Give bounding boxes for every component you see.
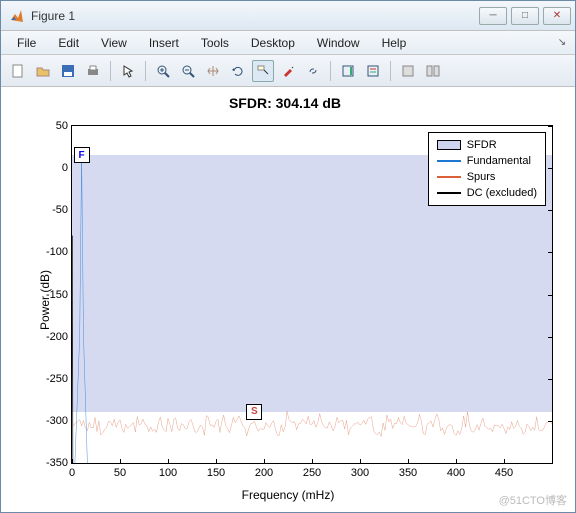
- new-file-icon[interactable]: [7, 60, 29, 82]
- close-button[interactable]: ✕: [543, 7, 571, 25]
- y-tick: 50: [56, 120, 72, 132]
- menu-file[interactable]: File: [7, 34, 46, 52]
- x-tick: 200: [255, 463, 273, 479]
- chart-title: SFDR: 304.14 dB: [7, 95, 563, 111]
- legend-entry-sfdr: SFDR: [437, 137, 537, 153]
- open-file-icon[interactable]: [32, 60, 54, 82]
- x-tick: 400: [447, 463, 465, 479]
- y-tick: -150: [46, 289, 72, 301]
- menu-view[interactable]: View: [91, 34, 137, 52]
- sfdr-swatch: [437, 140, 461, 150]
- legend-entry-dc: DC (excluded): [437, 185, 537, 201]
- save-icon[interactable]: [57, 60, 79, 82]
- separator: [145, 61, 146, 81]
- x-tick: 0: [69, 463, 75, 479]
- link-icon[interactable]: [302, 60, 324, 82]
- window-buttons: ─ □ ✕: [479, 7, 571, 25]
- insert-colorbar-icon[interactable]: [337, 60, 359, 82]
- fundamental-marker[interactable]: F: [74, 147, 90, 163]
- y-tick: -200: [46, 331, 72, 343]
- plot-area: SFDR: 304.14 dB Power (dB) Frequency (mH…: [1, 87, 575, 512]
- menu-tools[interactable]: Tools: [191, 34, 239, 52]
- data-cursor-icon[interactable]: [252, 60, 274, 82]
- pan-icon[interactable]: [202, 60, 224, 82]
- brush-icon[interactable]: [277, 60, 299, 82]
- titlebar[interactable]: Figure 1 ─ □ ✕: [1, 1, 575, 31]
- insert-legend-icon[interactable]: [362, 60, 384, 82]
- figure-window: Figure 1 ─ □ ✕ File Edit View Insert Too…: [0, 0, 576, 513]
- matlab-icon: [9, 8, 25, 24]
- pointer-icon[interactable]: [117, 60, 139, 82]
- x-tick: 50: [114, 463, 126, 479]
- separator: [110, 61, 111, 81]
- legend[interactable]: SFDR Fundamental Spurs DC (excluded): [428, 132, 546, 206]
- menu-desktop[interactable]: Desktop: [241, 34, 305, 52]
- print-icon[interactable]: [82, 60, 104, 82]
- separator: [390, 61, 391, 81]
- axes[interactable]: F S SFDR Fundamental Spurs DC (excluded)…: [71, 125, 553, 464]
- zoom-out-icon[interactable]: [177, 60, 199, 82]
- fundamental-swatch: [437, 160, 461, 162]
- y-tick: -50: [52, 204, 72, 216]
- x-tick: 100: [159, 463, 177, 479]
- rotate-icon[interactable]: [227, 60, 249, 82]
- window-title: Figure 1: [31, 9, 479, 23]
- legend-entry-spurs: Spurs: [437, 169, 537, 185]
- zoom-in-icon[interactable]: [152, 60, 174, 82]
- menu-help[interactable]: Help: [372, 34, 417, 52]
- menu-insert[interactable]: Insert: [139, 34, 189, 52]
- y-tick: -300: [46, 415, 72, 427]
- separator: [330, 61, 331, 81]
- x-tick: 450: [495, 463, 513, 479]
- minimize-button[interactable]: ─: [479, 7, 507, 25]
- x-tick: 150: [207, 463, 225, 479]
- y-tick: -100: [46, 246, 72, 258]
- watermark: @51CTO博客: [499, 492, 567, 508]
- menubar: File Edit View Insert Tools Desktop Wind…: [1, 31, 575, 55]
- toolbar: [1, 55, 575, 87]
- menu-edit[interactable]: Edit: [48, 34, 89, 52]
- y-tick: 0: [62, 162, 72, 174]
- layout-icon[interactable]: [422, 60, 444, 82]
- screenshot-icon[interactable]: [397, 60, 419, 82]
- x-axis-label: Frequency (mHz): [242, 488, 335, 502]
- menu-window[interactable]: Window: [307, 34, 370, 52]
- spurs-swatch: [437, 176, 461, 178]
- dc-swatch: [437, 192, 461, 194]
- dock-icon[interactable]: ↘: [555, 36, 569, 50]
- x-tick: 300: [351, 463, 369, 479]
- x-tick: 250: [303, 463, 321, 479]
- legend-entry-fundamental: Fundamental: [437, 153, 537, 169]
- maximize-button[interactable]: □: [511, 7, 539, 25]
- spur-marker[interactable]: S: [246, 404, 262, 420]
- y-tick: -250: [46, 373, 72, 385]
- x-tick: 350: [399, 463, 417, 479]
